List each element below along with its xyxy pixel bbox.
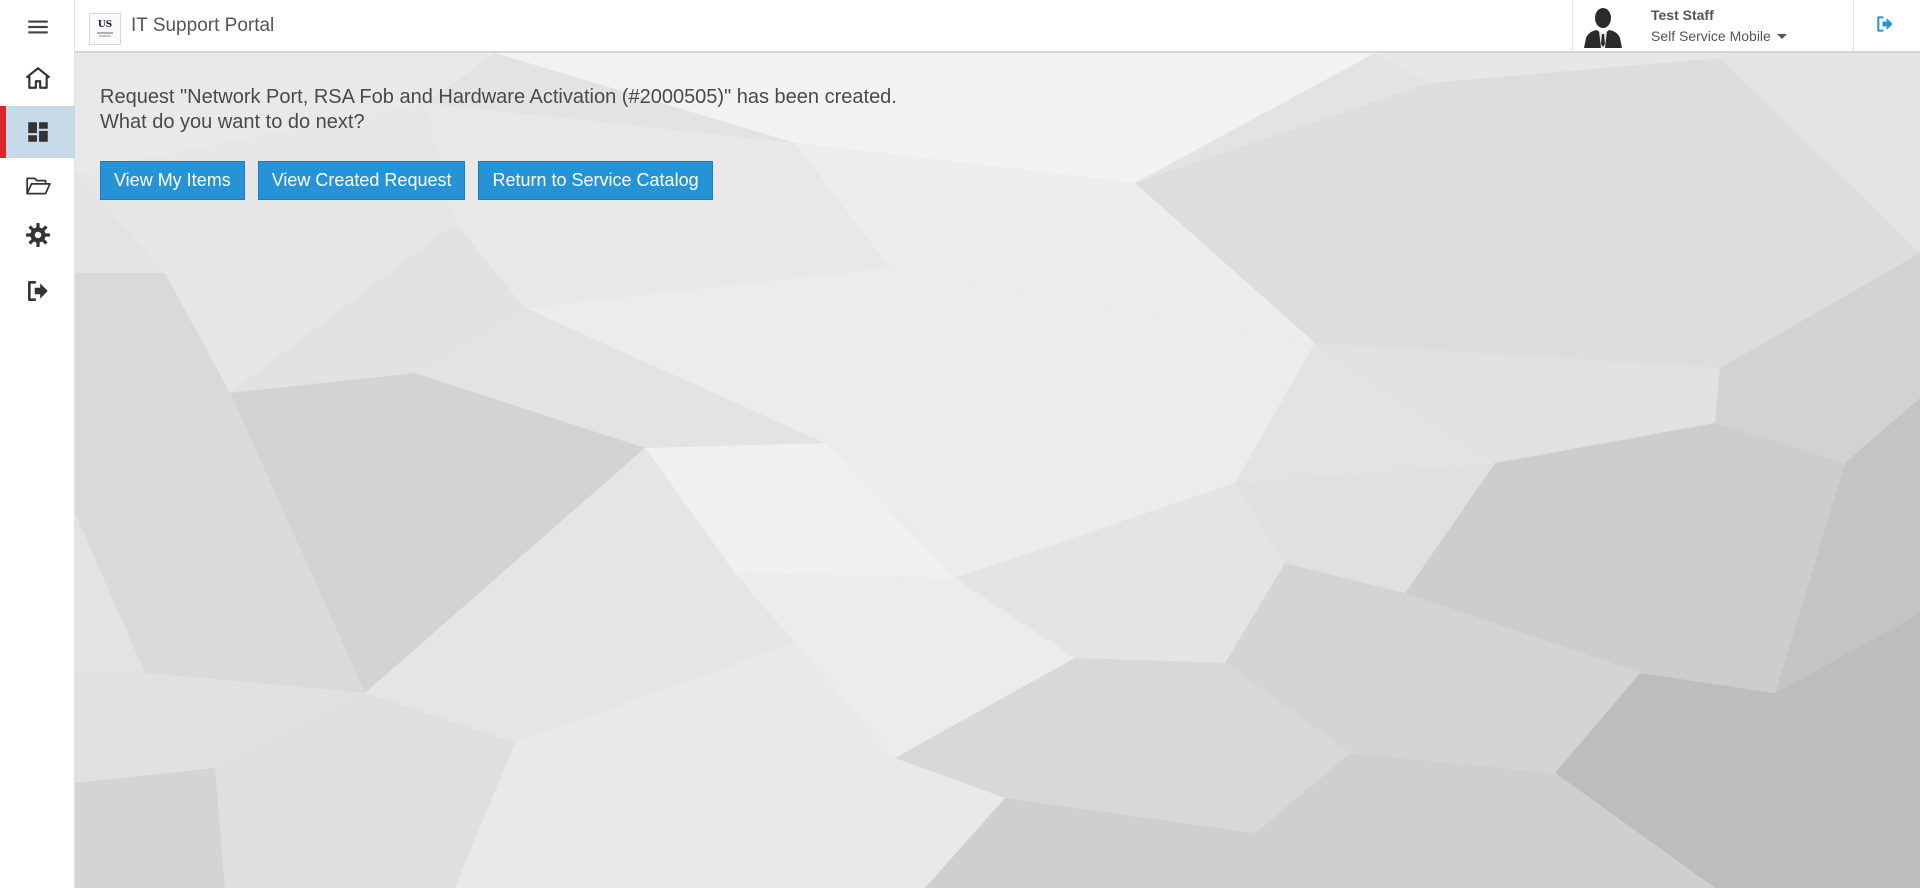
main-content: Request "Network Port, RSA Fob and Hardw… (75, 53, 1920, 888)
return-to-service-catalog-button[interactable]: Return to Service Catalog (478, 161, 713, 200)
user-menu[interactable]: Test Staff Self Service Mobile (1572, 0, 1854, 51)
action-buttons: View My Items View Created Request Retur… (100, 161, 726, 200)
avatar (1584, 8, 1622, 48)
view-created-request-button[interactable]: View Created Request (257, 161, 466, 200)
view-my-items-button[interactable]: View My Items (100, 161, 245, 200)
gear-icon (25, 223, 50, 247)
sign-out-icon (27, 281, 48, 301)
sidebar-item-dashboard[interactable] (0, 106, 75, 158)
sidebar-item-home[interactable] (0, 52, 75, 104)
home-icon (25, 67, 50, 89)
user-role-dropdown[interactable]: Self Service Mobile (1651, 28, 1787, 44)
sidebar-item-folder[interactable] (0, 160, 75, 212)
sidebar-item-settings[interactable] (0, 209, 75, 261)
user-role-label: Self Service Mobile (1651, 28, 1771, 44)
hamburger-icon (27, 20, 48, 34)
confirmation-line-2: What do you want to do next? (100, 111, 365, 133)
confirmation-line-1: Request "Network Port, RSA Fob and Hardw… (100, 86, 897, 108)
logo-text: US (97, 20, 113, 30)
page-title: IT Support Portal (131, 15, 275, 36)
top-header: US IT Support Portal Test Staff Self Ser… (75, 0, 1920, 53)
confirmation-message: Request "Network Port, RSA Fob and Hardw… (100, 85, 897, 135)
portal-logo[interactable]: US (89, 13, 121, 45)
dashboard-icon (27, 122, 48, 142)
folder-open-icon (25, 177, 51, 195)
header-logout-button[interactable] (1875, 14, 1901, 38)
user-name: Test Staff (1651, 7, 1714, 23)
sidebar-item-logout[interactable] (0, 265, 75, 317)
caret-down-icon (1776, 33, 1787, 39)
sign-out-icon (1877, 16, 1893, 32)
menu-toggle-button[interactable] (0, 1, 75, 53)
sidebar (0, 0, 75, 888)
